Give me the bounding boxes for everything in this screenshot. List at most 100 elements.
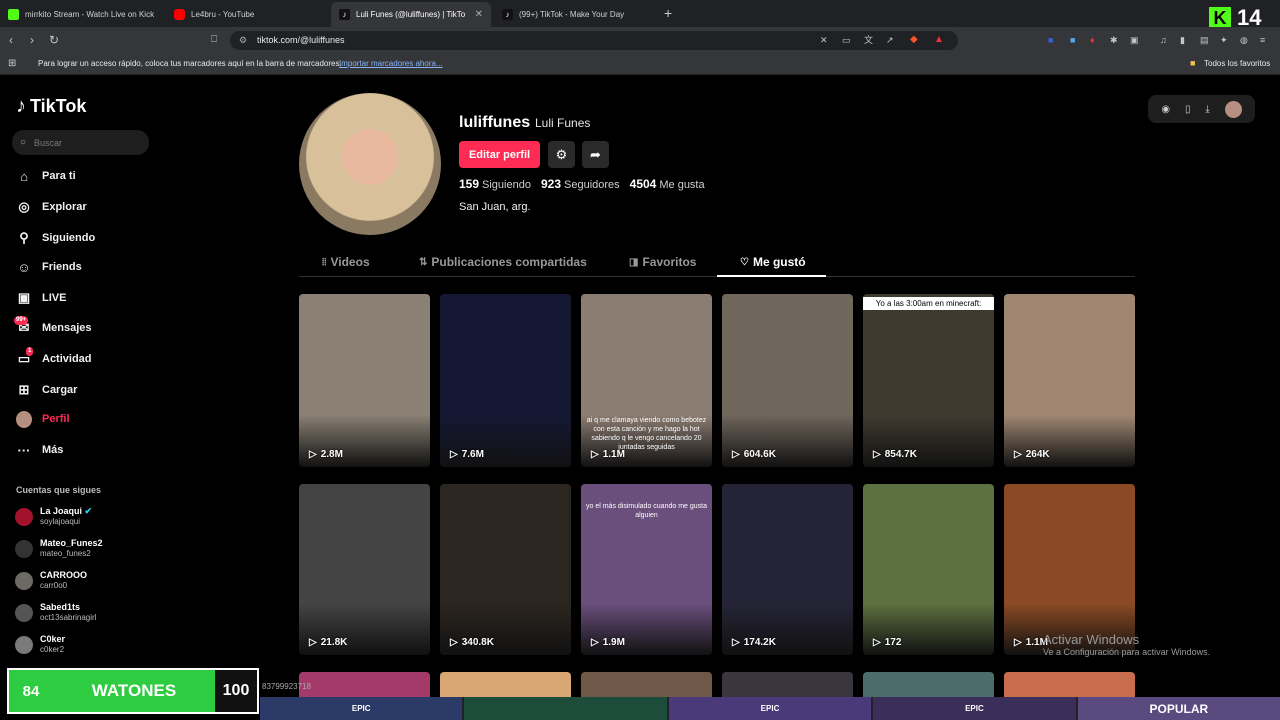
nav-item-perfil[interactable]: Perfil — [16, 410, 70, 428]
play-icon: ▷ — [591, 637, 599, 648]
avatar — [15, 571, 33, 590]
nav-item-mas[interactable]: ··· Más — [16, 442, 64, 458]
active-tab-indicator — [717, 275, 826, 277]
following-account[interactable]: La Joaqui ✔ soylajoaqui — [15, 506, 92, 527]
reload-icon[interactable]: ↻ — [49, 33, 59, 47]
following-accounts-title: Cuentas que sigues — [16, 485, 102, 495]
coin-icon[interactable]: ◉ — [1161, 104, 1170, 115]
music-icon[interactable]: ♫ — [1160, 33, 1167, 47]
nav-item-para-ti[interactable]: ⌂ Para ti — [16, 168, 76, 184]
extension-icon[interactable]: ■ — [1048, 33, 1053, 47]
alert-icon[interactable]: ▲ — [934, 33, 944, 47]
live-icon: ▣ — [17, 290, 31, 305]
thumb-label: EPIC — [260, 697, 463, 720]
video-card[interactable]: ai q me clamaya viendo como bebotez con … — [581, 294, 712, 467]
tab-reposts[interactable]: ⇅ Publicaciones compartidas — [419, 255, 587, 269]
menu-icon[interactable]: ≡ — [1260, 33, 1265, 47]
bookmarks-bar: ⊞ Para lograr un acceso rápido, coloca t… — [0, 53, 1280, 75]
back-icon[interactable]: ‹ — [9, 33, 13, 47]
extension-icon[interactable]: ■ — [1070, 33, 1075, 47]
nav-label: Friends — [42, 261, 82, 273]
import-bookmarks-link[interactable]: Importar marcadores ahora... — [339, 59, 443, 68]
cast-icon[interactable]: ▭ — [842, 33, 851, 47]
nav-label: Siguiendo — [42, 232, 96, 244]
search-input[interactable]: ○ Buscar — [12, 130, 149, 155]
brave-shield-icon[interactable]: ◆ — [910, 33, 918, 47]
folder-icon: ■ — [1190, 58, 1196, 68]
nav-item-friends[interactable]: ☺ Friends — [16, 259, 82, 275]
video-card-partial[interactable] — [722, 672, 853, 697]
translate-icon[interactable]: 文 — [864, 33, 873, 47]
tab-favorites[interactable]: ◨ Favoritos — [629, 255, 696, 269]
video-card[interactable]: Yo a las 3:00am en minecraft: ▷ 854.7K — [863, 294, 994, 467]
tab-videos[interactable]: ⦙⦙ Videos — [322, 255, 370, 269]
video-card[interactable]: ▷ 21.8K — [299, 484, 430, 655]
video-card[interactable]: ▷ 1.1M — [1004, 484, 1135, 655]
new-tab-button[interactable]: + — [664, 5, 672, 21]
site-info-icon[interactable]: ⚙ — [239, 31, 247, 50]
nav-item-mensajes[interactable]: ✉ 99+ Mensajes — [14, 316, 92, 336]
following-account[interactable]: Mateo_Funes2 mateo_funes2 — [15, 538, 103, 559]
thumb — [464, 697, 667, 720]
vpn-icon[interactable]: ◍ — [1240, 33, 1248, 47]
video-card-partial[interactable] — [581, 672, 712, 697]
video-card[interactable]: ▷ 172 — [863, 484, 994, 655]
video-card-partial[interactable] — [1004, 672, 1135, 697]
video-card[interactable]: yo el más disimulado cuando me gusta alg… — [581, 484, 712, 655]
video-card[interactable]: ▷ 604.6K — [722, 294, 853, 467]
browser-tab-youtube[interactable]: Le4bru - YouTube — [166, 2, 329, 27]
nav-item-explorar[interactable]: ◎ Explorar — [16, 199, 86, 215]
extension-icon[interactable]: ♦ — [1090, 33, 1095, 47]
edit-profile-button[interactable]: Editar perfil — [459, 141, 540, 168]
following-account[interactable]: CARROOO carr0o0 — [15, 570, 87, 591]
account-handle: carr0o0 — [40, 581, 68, 590]
account-handle: mateo_funes2 — [40, 549, 91, 558]
close-tab-icon[interactable]: ✕ — [475, 9, 483, 20]
extension-icon[interactable]: ✕ — [820, 33, 828, 47]
nav-item-live[interactable]: ▣ LIVE — [16, 290, 67, 306]
video-card[interactable]: ▷ 174.2K — [722, 484, 853, 655]
ai-icon[interactable]: ✦ — [1220, 33, 1228, 47]
video-card-partial[interactable] — [863, 672, 994, 697]
video-card[interactable]: ▷ 340.8K — [440, 484, 571, 655]
video-card-partial[interactable] — [299, 672, 430, 697]
browser-tab-kick[interactable]: mirrkito Stream - Watch Live on Kick — [0, 2, 163, 27]
all-bookmarks-button[interactable]: Todos los favoritos — [1204, 59, 1270, 68]
tab-liked[interactable]: ♡ Me gustó — [740, 255, 806, 269]
video-caption: yo el más disimulado cuando me gusta alg… — [585, 503, 707, 519]
bookmarks-hint: Para lograr un acceso rápido, coloca tus… — [38, 59, 342, 68]
video-card-partial[interactable] — [440, 672, 571, 697]
video-card[interactable]: ▷ 2.8M — [299, 294, 430, 467]
nav-item-siguiendo[interactable]: ⚲ Siguiendo — [16, 230, 95, 246]
settings-button[interactable]: ⚙ — [548, 141, 575, 168]
following-stat[interactable]: 159 Siguiendo — [459, 177, 531, 191]
following-account[interactable]: C0ker c0ker2 — [15, 634, 65, 655]
avatar[interactable] — [1224, 100, 1242, 118]
apps-icon[interactable]: ⊞ — [8, 58, 16, 69]
browser-tab-tiktok-home[interactable]: ♪ (99+) TikTok - Make Your Day — [494, 2, 657, 27]
share-profile-button[interactable]: ➦ — [582, 141, 609, 168]
tab-title: Luli Funes (@luliffunes) | TikTo — [356, 10, 466, 19]
video-card[interactable]: ▷ 7.6M — [440, 294, 571, 467]
screenshot-icon[interactable]: ▣ — [1130, 33, 1139, 47]
heart-icon: ♡ — [740, 256, 749, 268]
puzzle-icon[interactable]: ✱ — [1110, 33, 1118, 47]
forward-icon[interactable]: › — [30, 33, 34, 47]
nav-item-cargar[interactable]: ⊞ Cargar — [16, 382, 78, 398]
wallet-icon[interactable]: ▤ — [1200, 33, 1209, 47]
nav-item-actividad[interactable]: ▭ 1 Actividad — [16, 347, 92, 367]
play-icon: ▷ — [1014, 637, 1022, 648]
tiktok-logo[interactable]: ♪ TikTok — [16, 95, 86, 118]
video-card[interactable]: ▷ 264K — [1004, 294, 1135, 467]
account-handle: soylajoaqui — [40, 517, 81, 526]
bookmark-icon[interactable]: ⎕ — [211, 33, 217, 47]
followers-stat[interactable]: 923 Seguidores — [541, 177, 620, 191]
phone-icon[interactable]: ▯ — [1185, 104, 1191, 115]
share-icon[interactable]: ↗ — [886, 33, 894, 47]
compass-icon: ◎ — [18, 199, 30, 214]
top-right-controls: ◉ ▯ ⤓ — [1148, 95, 1255, 123]
sidebar-icon[interactable]: ▮ — [1180, 33, 1185, 47]
browser-tab-tiktok-profile[interactable]: ♪ Luli Funes (@luliffunes) | TikTo ✕ — [331, 2, 491, 27]
following-account[interactable]: Sabed1ts oct13sabrinagirl — [15, 602, 96, 623]
download-icon[interactable]: ⤓ — [1205, 104, 1209, 115]
